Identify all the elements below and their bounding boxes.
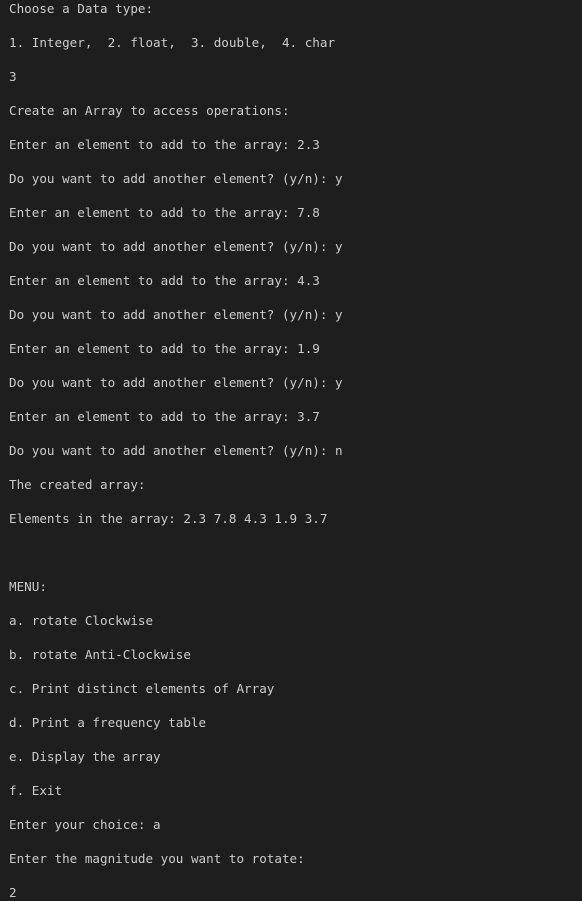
terminal-line: 2: [9, 885, 17, 900]
terminal-line: Do you want to add another element? (y/n…: [9, 443, 343, 458]
terminal-line: Enter an element to add to the array: 7.…: [9, 205, 320, 220]
terminal-line: 1. Integer, 2. float, 3. double, 4. char: [9, 35, 336, 50]
terminal-line: f. Exit: [9, 783, 63, 798]
terminal-line: b. rotate Anti-Clockwise: [9, 647, 191, 662]
terminal-line: d. Print a frequency table: [9, 715, 207, 730]
terminal-line: Enter an element to add to the array: 3.…: [9, 409, 320, 424]
terminal-line: The created array:: [9, 477, 146, 492]
terminal-line: Enter the magnitude you want to rotate:: [9, 851, 305, 866]
terminal-line: Do you want to add another element? (y/n…: [9, 375, 343, 390]
terminal-line: Do you want to add another element? (y/n…: [9, 307, 343, 322]
terminal-line: 3: [9, 69, 17, 84]
terminal-line: Enter an element to add to the array: 1.…: [9, 341, 320, 356]
terminal-line: Create an Array to access operations:: [9, 103, 290, 118]
terminal-line: Choose a Data type:: [9, 1, 154, 16]
terminal-line: Enter an element to add to the array: 4.…: [9, 273, 320, 288]
terminal-line: Elements in the array: 2.3 7.8 4.3 1.9 3…: [9, 511, 328, 526]
terminal-line: Do you want to add another element? (y/n…: [9, 239, 343, 254]
terminal-line: Enter an element to add to the array: 2.…: [9, 137, 320, 152]
terminal-line: a. rotate Clockwise: [9, 613, 154, 628]
terminal-panel[interactable]: Choose a Data type: 1. Integer, 2. float…: [0, 0, 582, 900]
terminal-line: Do you want to add another element? (y/n…: [9, 171, 343, 186]
terminal-output: Choose a Data type: 1. Integer, 2. float…: [9, 0, 582, 901]
terminal-line: MENU:: [9, 579, 47, 594]
terminal-line: Enter your choice: a: [9, 817, 161, 832]
terminal-line: c. Print distinct elements of Array: [9, 681, 275, 696]
terminal-line: e. Display the array: [9, 749, 161, 764]
